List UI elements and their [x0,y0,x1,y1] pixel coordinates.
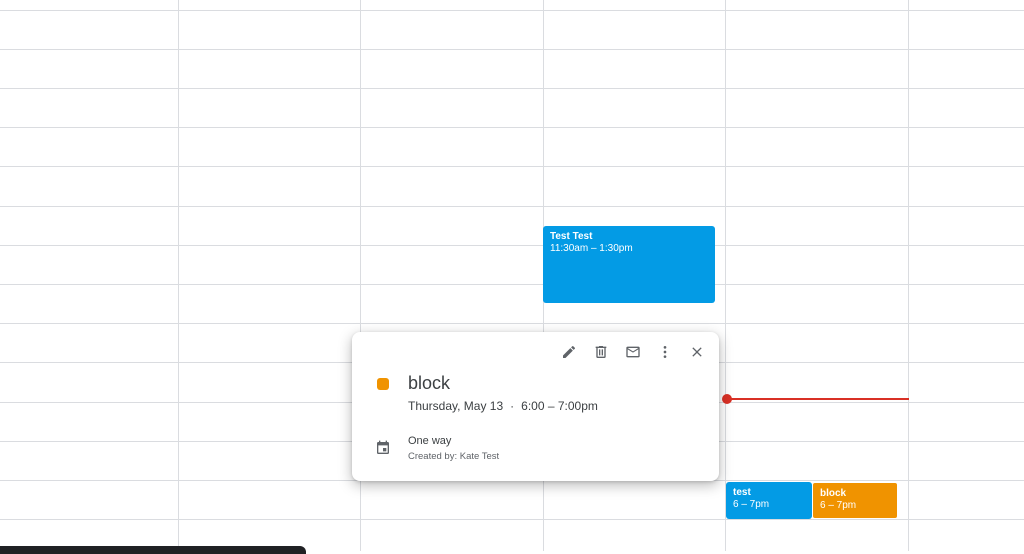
hour-line [0,284,1024,285]
day-column-divider [725,0,726,551]
popup-toolbar [555,340,711,364]
event-date-time: Thursday, May 13 · 6:00 – 7:00pm [408,399,598,413]
hour-line [0,10,1024,11]
event-title: Test Test [550,231,593,242]
delete-event-button[interactable] [587,340,615,364]
hour-line [0,88,1024,89]
edit-icon [563,345,576,358]
event-time: 6 – 7pm [820,500,857,511]
event-date: Thursday, May 13 [408,399,504,413]
calendar-name: One way [408,435,452,447]
hour-line [0,206,1024,207]
edit-event-button[interactable] [555,340,583,364]
close-popup-button[interactable] [683,340,711,364]
bottom-panel-edge [0,546,306,554]
email-guests-button[interactable] [619,340,647,364]
event-time: 11:30am – 1:30pm [550,243,633,254]
close-icon [692,347,702,357]
hour-line [0,166,1024,167]
delete-icon [595,346,607,358]
date-time-separator: · [510,399,515,413]
more-options-button[interactable] [651,340,679,364]
hour-line [0,245,1024,246]
event-details-popup: block Thursday, May 13 · 6:00 – 7:00pm One… [352,332,719,481]
email-icon [626,346,640,358]
event-time: 6 – 7pm [733,499,770,510]
calendar-event-test[interactable]: test 6 – 7pm [726,482,812,519]
event-time: 6:00 – 7:00pm [521,399,598,413]
calendar-event-block[interactable]: block 6 – 7pm [812,482,898,519]
day-column-divider [908,0,909,551]
event-creator: Created by: Kate Test [408,451,500,462]
more-options-icon [663,346,667,358]
event-title: test [733,487,751,498]
hour-line [0,323,1024,324]
event-color-chip [377,378,389,390]
hour-line [0,49,1024,50]
current-time-line [727,398,909,400]
day-column-divider [178,0,179,551]
event-title: block [408,373,451,393]
hour-line [0,519,1024,520]
hour-line [0,127,1024,128]
calendar-event-test-test[interactable]: Test Test 11:30am – 1:30pm [543,226,715,303]
event-title: block [820,488,847,499]
calendar-icon [375,440,391,456]
